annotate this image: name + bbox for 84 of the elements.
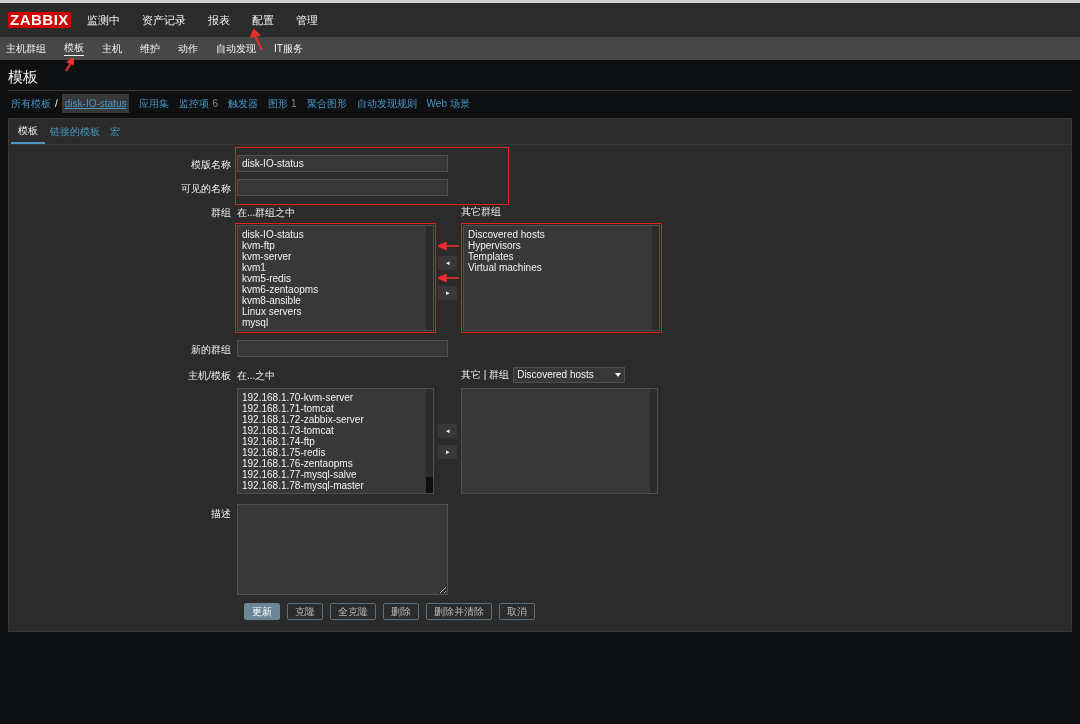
list-item[interactable]: 192.168.1.73-tomcat: [242, 425, 334, 436]
breadcrumb-link[interactable]: Web 场景: [426, 95, 470, 111]
breadcrumb-separator: /: [55, 96, 58, 111]
breadcrumb-current[interactable]: disk-IO-status: [61, 93, 130, 113]
list-item[interactable]: 192.168.1.70-kvm-server: [242, 392, 354, 403]
form-button[interactable]: 取消: [499, 603, 535, 620]
main-menu-item[interactable]: 管理: [295, 11, 318, 29]
form-button[interactable]: 删除并清除: [426, 603, 492, 620]
annotation-arrow: [438, 242, 460, 250]
submenu-item[interactable]: IT服务: [274, 41, 303, 56]
field-label: 群组: [210, 206, 232, 220]
annotation-arrow: [64, 58, 74, 72]
list-item[interactable]: kvm-ftp: [242, 240, 275, 251]
scrollbar[interactable]: [652, 226, 659, 330]
column-heading: 其它群组: [461, 205, 501, 219]
list-item[interactable]: 192.168.1.77-mysql-salve: [242, 469, 357, 480]
description-field[interactable]: [237, 504, 448, 595]
caret-icon: [615, 372, 622, 377]
tab[interactable]: 链接的模板: [45, 119, 105, 144]
list-item[interactable]: 192.168.1.75-redis: [242, 447, 326, 458]
list-box[interactable]: disk-IO-status kvm-ftp kvm-server kvm1 kvm5-redis kvm6-zentaopms kvm8-ansible Linux servers mysql: [237, 225, 434, 331]
page-title: 模板: [8, 68, 38, 86]
list-box[interactable]: [461, 388, 658, 494]
list-item[interactable]: kvm8-ansible: [242, 295, 301, 306]
submenu-item[interactable]: 维护: [140, 41, 160, 56]
breadcrumb-link[interactable]: 监控项: [179, 95, 210, 111]
breadcrumb-link[interactable]: 应用集: [139, 95, 170, 111]
list-item[interactable]: kvm5-redis: [242, 273, 291, 284]
zabbix-logo[interactable]: ZABBIX: [8, 12, 71, 28]
breadcrumb-link[interactable]: 聚合图形: [306, 95, 347, 111]
list-item[interactable]: 192.168.1.76-zentaopms: [242, 458, 353, 469]
form-button[interactable]: 全克隆: [330, 603, 376, 620]
list-item[interactable]: 192.168.1.71-tomcat: [242, 403, 334, 414]
main-menu-item[interactable]: 资产记录: [141, 11, 186, 29]
list-item[interactable]: kvm6-zentaopms: [242, 284, 319, 295]
submenu-item[interactable]: 动作: [178, 41, 198, 56]
main-menu-item[interactable]: 配置: [251, 11, 274, 29]
list-item[interactable]: Hypervisors: [468, 240, 521, 251]
field-label: 可见的名称: [180, 182, 232, 196]
breadcrumb-link[interactable]: 所有模板: [11, 95, 51, 111]
field-label: 模版名称: [190, 158, 232, 172]
tab[interactable]: 模板: [11, 119, 45, 144]
form-button[interactable]: 删除: [383, 603, 419, 620]
field-label: 主机/模板: [187, 369, 232, 383]
list-item[interactable]: 192.168.1.72-zabbix-server: [242, 414, 364, 425]
column-heading: 在...之中: [237, 368, 277, 383]
scrollbar[interactable]: [426, 389, 433, 493]
list-item[interactable]: kvm1: [242, 262, 266, 273]
list-item[interactable]: kvm-server: [242, 251, 292, 262]
list-box[interactable]: 192.168.1.70-kvm-server 192.168.1.71-tomcat 192.168.1.72-zabbix-server 192.168.1.73-tomcat 192.168.1.74-ftp 192.168.1.75-redis 192.168.1.76-zentaopms 192.168.1.77-mysql-salve 192.168.1.78-mysql-master: [237, 388, 434, 494]
submenu-item[interactable]: 模板: [64, 41, 84, 56]
list-item[interactable]: 192.168.1.74-ftp: [242, 436, 315, 447]
column-heading: 在...群组之中: [237, 205, 297, 220]
form-button[interactable]: 克隆: [287, 603, 323, 620]
list-item[interactable]: Discovered hosts: [468, 229, 545, 240]
main-menu-item[interactable]: 监测中: [86, 11, 120, 29]
column-heading: 其它 | 群组: [461, 368, 510, 382]
field-label: 新的群组: [190, 343, 232, 357]
list-item[interactable]: Linux servers: [242, 306, 302, 317]
annotation-arrow: [438, 274, 460, 282]
tab[interactable]: 宏: [105, 119, 125, 144]
list-item[interactable]: 192.168.1.78-mysql-master: [242, 480, 364, 491]
submenu-item[interactable]: 自动发现: [216, 41, 256, 56]
breadcrumb-link[interactable]: 图形: [268, 95, 289, 111]
scrollbar[interactable]: [426, 226, 433, 330]
breadcrumb-link[interactable]: 自动发现规则: [356, 95, 417, 111]
list-item[interactable]: Virtual machines: [468, 262, 542, 273]
list-item[interactable]: disk-IO-status: [242, 229, 304, 240]
text-field[interactable]: [237, 340, 448, 357]
form-button[interactable]: 更新: [244, 603, 280, 620]
text-field[interactable]: disk-IO-status: [237, 155, 448, 172]
scrollbar[interactable]: [650, 389, 657, 493]
submenu-item[interactable]: 主机群组: [6, 41, 46, 56]
text-field[interactable]: [237, 179, 448, 196]
list-item[interactable]: Templates: [468, 251, 514, 262]
list-item[interactable]: mysql: [242, 317, 269, 328]
count-label: 1: [291, 96, 297, 111]
list-box[interactable]: Discovered hosts Hypervisors Templates Virtual machines: [463, 225, 660, 331]
main-menu-item[interactable]: 报表: [207, 11, 230, 29]
field-label: 描述: [210, 507, 232, 521]
breadcrumb-link[interactable]: 触发器: [228, 95, 259, 111]
group-dropdown[interactable]: Discovered hosts: [513, 366, 626, 383]
count-label: 6: [212, 96, 219, 111]
submenu-item[interactable]: 主机: [102, 41, 122, 56]
